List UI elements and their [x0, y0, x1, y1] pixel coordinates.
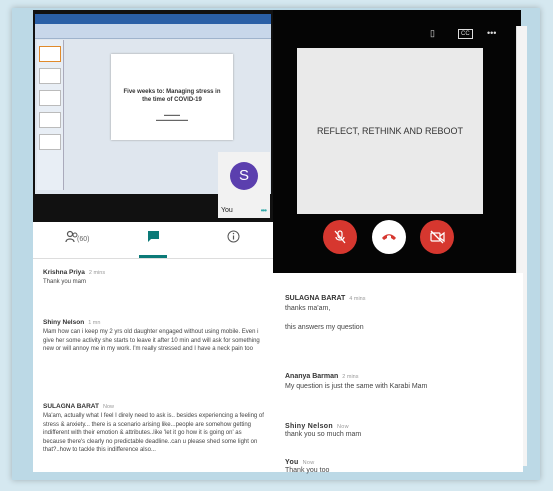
- mute-microphone-button[interactable]: [323, 220, 357, 254]
- camera-off-button[interactable]: [420, 220, 454, 254]
- slide-thumbnails: [37, 40, 64, 190]
- message-time: 4 mins: [349, 296, 366, 302]
- message-text: Thank you mam: [43, 279, 87, 285]
- self-name-label: You: [221, 207, 233, 214]
- self-video-tile[interactable]: S You •••: [218, 152, 270, 218]
- message-sender: Shiny Nelson: [285, 423, 333, 430]
- tab-people[interactable]: (60): [33, 222, 113, 258]
- chat-message: SULAGNA BARAT Now Ma'am, actually what I …: [43, 403, 265, 455]
- presenter-video: ▯ CC ••• REFLECT, RETHINK AND REBOOT: [273, 10, 521, 273]
- message-text: Ma'am, actually what I feel I direly nee…: [43, 413, 264, 454]
- slide-thumbnail: [39, 68, 61, 84]
- slide-subtitle-lines: ▬▬▬▬ ▬▬▬▬▬▬▬▬: [156, 112, 188, 122]
- chat-message: Shiny Nelson Now thank you so much mam: [285, 423, 515, 438]
- current-slide: Five weeks to: Managing stress in the ti…: [111, 54, 233, 140]
- message-sender: Krishna Priya: [43, 269, 85, 276]
- ppt-ribbon: [35, 24, 271, 39]
- presentation-view: REFLECT, RETHINK AND REBOOT: [297, 48, 483, 214]
- hang-up-icon: [382, 234, 396, 240]
- message-time: 1 mn: [88, 320, 101, 326]
- info-icon: [227, 230, 240, 243]
- message-sender: SULAGNA BARAT: [285, 295, 346, 302]
- slide-thumbnail: [39, 112, 61, 128]
- presentation-text: REFLECT, RETHINK AND REBOOT: [316, 126, 464, 136]
- message-time: 2 mins: [88, 270, 106, 276]
- chat-message: Shiny Nelson 1 mn Mam how can i keep my 2…: [43, 319, 265, 354]
- end-call-button[interactable]: [372, 220, 406, 254]
- message-time: 2 mins: [342, 374, 359, 380]
- message-text: thank you so much mam: [285, 431, 362, 438]
- slide-thumbnail: [39, 46, 61, 62]
- slide-thumbnail: [39, 90, 61, 106]
- message-time: Now: [336, 424, 349, 430]
- message-text: this answers my question: [285, 324, 364, 331]
- more-options-icon[interactable]: •••: [487, 28, 496, 38]
- mic-off-icon: [334, 230, 346, 244]
- message-text: Thank you too: [285, 467, 330, 474]
- shared-screen-video: Five weeks to: Managing stress in the ti…: [33, 10, 273, 222]
- message-text: Mam how can i keep my 2 yrs old daughter…: [43, 329, 260, 353]
- avatar: S: [230, 162, 258, 190]
- tab-activities[interactable]: [193, 222, 273, 258]
- message-time: Now: [302, 460, 315, 466]
- chat-message: Krishna Priya 2 mins Thank you mam: [43, 269, 265, 287]
- chat-message: Ananya Barman 2 mins My question is just …: [285, 373, 515, 390]
- tab-chat[interactable]: [113, 222, 193, 258]
- message-sender: You: [285, 459, 299, 466]
- more-options-icon[interactable]: •••: [261, 206, 267, 215]
- chat-message: You Now Thank you too: [285, 459, 515, 474]
- chat-message: SULAGNA BARAT 4 mins thanks ma'am, this a…: [285, 295, 515, 331]
- phone-icon[interactable]: ▯: [430, 28, 435, 39]
- slide-title: Five weeks to: Managing stress in the ti…: [123, 89, 221, 103]
- slide-thumbnail: [39, 134, 61, 150]
- message-text: thanks ma'am,: [285, 305, 331, 312]
- message-text: My question is just the same with Karabi…: [285, 383, 428, 390]
- right-chat-panel[interactable]: SULAGNA BARAT 4 mins thanks ma'am, this a…: [273, 273, 523, 474]
- active-tab-indicator: [139, 255, 167, 258]
- ppt-titlebar: [35, 14, 271, 24]
- message-sender: Ananya Barman: [285, 373, 339, 380]
- message-sender: SULAGNA BARAT: [43, 403, 99, 410]
- message-sender: Shiny Nelson: [43, 319, 85, 326]
- side-panel-tabs: (60): [33, 222, 273, 259]
- chat-icon: [148, 231, 159, 242]
- left-chat-panel[interactable]: Krishna Priya 2 mins Thank you mam Shiny …: [33, 259, 273, 472]
- people-count: (60): [77, 236, 90, 243]
- captions-icon[interactable]: CC: [458, 29, 473, 39]
- camera-off-icon: [429, 230, 445, 244]
- message-time: Now: [102, 404, 114, 410]
